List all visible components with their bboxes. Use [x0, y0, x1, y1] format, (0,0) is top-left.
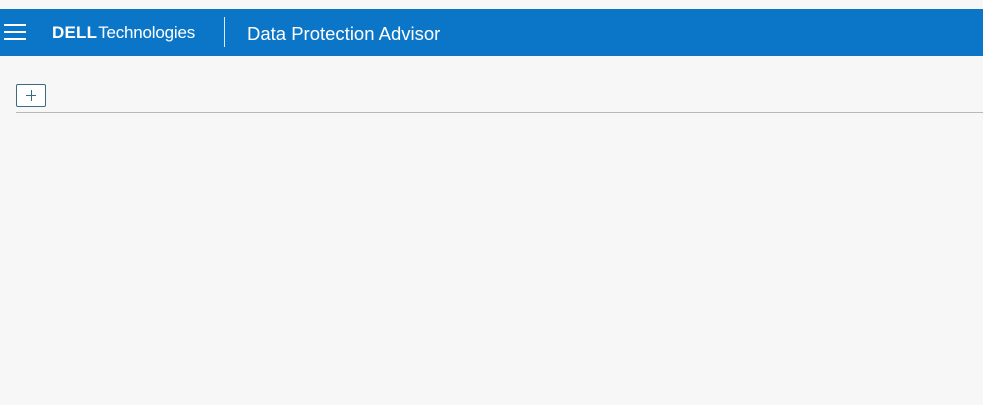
hamburger-line: [4, 38, 26, 40]
add-button[interactable]: [16, 84, 46, 107]
empty-content-area: [0, 114, 983, 405]
plus-icon-vertical-stroke: [31, 90, 32, 101]
top-navigation-bar: DELL Technologies Data Protection Adviso…: [0, 9, 983, 56]
header-divider: [224, 17, 225, 47]
logo-technologies-text: Technologies: [98, 23, 196, 42]
logo-dell-text: DELL: [52, 23, 98, 42]
toolbar-divider: [16, 112, 983, 113]
hamburger-line: [4, 31, 26, 33]
hamburger-line: [4, 24, 26, 26]
hamburger-menu-icon[interactable]: [4, 23, 26, 41]
application-title: Data Protection Advisor: [247, 23, 441, 44]
dell-technologies-logo: DELL Technologies: [52, 21, 195, 45]
